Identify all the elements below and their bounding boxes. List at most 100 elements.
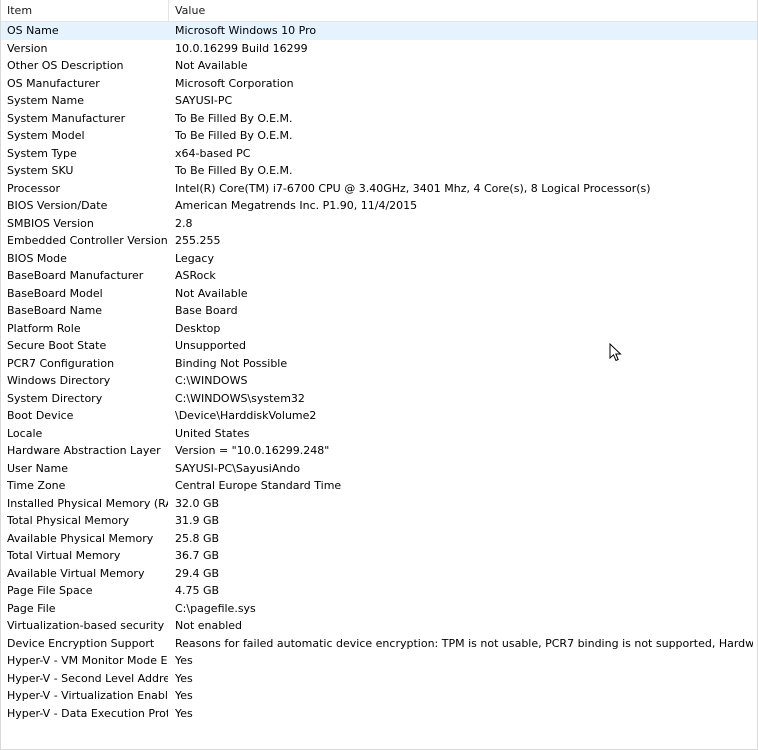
- row-item-cell: System Type: [7, 146, 77, 160]
- table-row[interactable]: Version 10.0.16299 Build 16299: [1, 40, 757, 58]
- row-value-cell: 29.4 GB: [175, 566, 220, 580]
- row-value-cell: To Be Filled By O.E.M.: [175, 164, 293, 177]
- row-value-cell: Unsupported: [175, 339, 247, 352]
- row-value-cell: Intel(R) Core(TM) i7-6700 CPU @ 3.40GHz,…: [175, 181, 651, 195]
- row-value-cell: \Device\HarddiskVolume2: [175, 409, 317, 422]
- row-value-cell: Not enabled: [175, 619, 243, 632]
- row-item-cell: Version: [7, 41, 48, 55]
- table-row[interactable]: BaseBoard Name Base Board: [1, 302, 757, 320]
- row-value-cell: American Megatrends Inc. P1.90, 11/4/201…: [175, 199, 418, 212]
- column-header-value[interactable]: Value: [169, 0, 757, 21]
- row-value-cell: Not Available: [175, 59, 248, 72]
- row-value-cell: 31.9 GB: [175, 514, 220, 527]
- row-item-cell: BaseBoard Model: [7, 286, 103, 300]
- row-value-cell: SAYUSI-PC\SayusiAndo: [175, 461, 301, 475]
- row-item-cell: Hyper-V - VM Monitor Mode E...: [7, 654, 168, 667]
- table-row[interactable]: Time Zone Central Europe Standard Time: [1, 477, 757, 495]
- row-item-cell: System Model: [7, 129, 85, 142]
- row-item-cell: BaseBoard Manufacturer: [7, 269, 144, 282]
- row-item-cell: Available Virtual Memory: [7, 566, 145, 580]
- row-item-cell: Time Zone: [7, 479, 66, 492]
- row-value-cell: 255.255: [175, 234, 221, 247]
- table-row[interactable]: Windows Directory C:\WINDOWS: [1, 372, 757, 390]
- table-row[interactable]: Hardware Abstraction Layer Version = "10.…: [1, 442, 757, 460]
- row-value-cell: Microsoft Windows 10 Pro: [175, 24, 317, 37]
- row-value-cell: Yes: [175, 654, 193, 667]
- table-row[interactable]: Other OS Description Not Available: [1, 57, 757, 75]
- table-row[interactable]: System Manufacturer To Be Filled By O.E.M…: [1, 110, 757, 128]
- row-value-cell: 2.8: [175, 216, 193, 230]
- row-item-cell: OS Manufacturer: [7, 76, 100, 90]
- column-header-item[interactable]: Item: [1, 0, 169, 21]
- table-row[interactable]: Total Physical Memory 31.9 GB: [1, 512, 757, 530]
- row-value-cell: To Be Filled By O.E.M.: [175, 129, 293, 142]
- row-value-cell: ASRock: [175, 269, 216, 282]
- table-row[interactable]: Total Virtual Memory 36.7 GB: [1, 547, 757, 565]
- row-item-cell: Boot Device: [7, 409, 74, 422]
- table-row[interactable]: Device Encryption Support Reasons for fai…: [1, 635, 757, 653]
- row-item-cell: System Manufacturer: [7, 111, 126, 125]
- table-row[interactable]: PCR7 Configuration Binding Not Possible: [1, 355, 757, 373]
- row-value-cell: 4.75 GB: [175, 584, 220, 597]
- table-row[interactable]: Embedded Controller Version 255.255: [1, 232, 757, 250]
- table-row[interactable]: System Directory C:\WINDOWS\system32: [1, 390, 757, 408]
- table-row[interactable]: Processor Intel(R) Core(TM) i7-6700 CPU @…: [1, 180, 757, 198]
- table-row[interactable]: Available Virtual Memory 29.4 GB: [1, 565, 757, 583]
- row-item-cell: Hyper-V - Virtualization Enable...: [7, 689, 168, 702]
- table-row[interactable]: BaseBoard Model Not Available: [1, 285, 757, 303]
- row-value-cell: Central Europe Standard Time: [175, 479, 342, 492]
- row-item-cell: System Directory: [7, 391, 103, 405]
- row-value-cell: Yes: [175, 689, 193, 702]
- row-value-cell: Legacy: [175, 251, 214, 265]
- row-item-cell: Other OS Description: [7, 59, 124, 72]
- row-item-cell: System SKU: [7, 164, 74, 177]
- row-item-cell: System Name: [7, 94, 84, 107]
- row-value-cell: C:\WINDOWS\system32: [175, 391, 305, 405]
- table-row[interactable]: OS Manufacturer Microsoft Corporation: [1, 75, 757, 93]
- table-row[interactable]: Hyper-V - VM Monitor Mode E... Yes: [1, 652, 757, 670]
- row-value-cell: Base Board: [175, 304, 238, 317]
- row-item-cell: Available Physical Memory: [7, 531, 154, 545]
- table-row[interactable]: Hyper-V - Data Execution Prote... Yes: [1, 705, 757, 723]
- row-value-cell: Desktop: [175, 321, 221, 335]
- table-row[interactable]: Virtualization-based security Not enabled: [1, 617, 757, 635]
- table-row[interactable]: Installed Physical Memory (RAM) 32.0 GB: [1, 495, 757, 513]
- table-row[interactable]: Platform Role Desktop: [1, 320, 757, 338]
- table-row[interactable]: BIOS Version/Date American Megatrends Inc…: [1, 197, 757, 215]
- table-row[interactable]: OS Name Microsoft Windows 10 Pro: [1, 22, 757, 40]
- table-row[interactable]: Secure Boot State Unsupported: [1, 337, 757, 355]
- row-value-cell: x64-based PC: [175, 146, 251, 160]
- row-item-cell: Hyper-V - Second Level Addres...: [7, 671, 168, 685]
- list-rows: OS Name Microsoft Windows 10 Pro Version 10…: [1, 22, 757, 722]
- table-row[interactable]: User Name SAYUSI-PC\SayusiAndo: [1, 460, 757, 478]
- mouse-pointer-icon: [609, 343, 622, 362]
- table-row[interactable]: Hyper-V - Virtualization Enable... Yes: [1, 687, 757, 705]
- table-row[interactable]: Available Physical Memory 25.8 GB: [1, 530, 757, 548]
- table-row[interactable]: System SKU To Be Filled By O.E.M.: [1, 162, 757, 180]
- row-value-cell: 32.0 GB: [175, 496, 220, 510]
- row-value-cell: Reasons for failed automatic device encr…: [175, 636, 753, 650]
- row-item-cell: Hardware Abstraction Layer: [7, 444, 161, 457]
- row-value-cell: SAYUSI-PC: [175, 94, 233, 107]
- system-summary-list[interactable]: Item Value OS Name Microsoft Windows 10 P…: [0, 0, 758, 750]
- table-row[interactable]: Hyper-V - Second Level Addres... Yes: [1, 670, 757, 688]
- table-row[interactable]: Locale United States: [1, 425, 757, 443]
- table-row[interactable]: System Name SAYUSI-PC: [1, 92, 757, 110]
- row-item-cell: Platform Role: [7, 321, 81, 335]
- table-row[interactable]: System Type x64-based PC: [1, 145, 757, 163]
- table-row[interactable]: SMBIOS Version 2.8: [1, 215, 757, 233]
- row-value-cell: Version = "10.0.16299.248": [175, 444, 330, 457]
- list-header: Item Value: [1, 0, 757, 22]
- row-item-cell: Device Encryption Support: [7, 636, 155, 650]
- table-row[interactable]: Page File Space 4.75 GB: [1, 582, 757, 600]
- row-item-cell: User Name: [7, 461, 69, 475]
- row-item-cell: BIOS Version/Date: [7, 199, 108, 212]
- table-row[interactable]: System Model To Be Filled By O.E.M.: [1, 127, 757, 145]
- row-value-cell: Yes: [175, 706, 193, 720]
- table-row[interactable]: BIOS Mode Legacy: [1, 250, 757, 268]
- row-item-cell: Virtualization-based security: [7, 619, 165, 632]
- row-value-cell: 25.8 GB: [175, 531, 220, 545]
- table-row[interactable]: BaseBoard Manufacturer ASRock: [1, 267, 757, 285]
- table-row[interactable]: Page File C:\pagefile.sys: [1, 600, 757, 618]
- table-row[interactable]: Boot Device \Device\HarddiskVolume2: [1, 407, 757, 425]
